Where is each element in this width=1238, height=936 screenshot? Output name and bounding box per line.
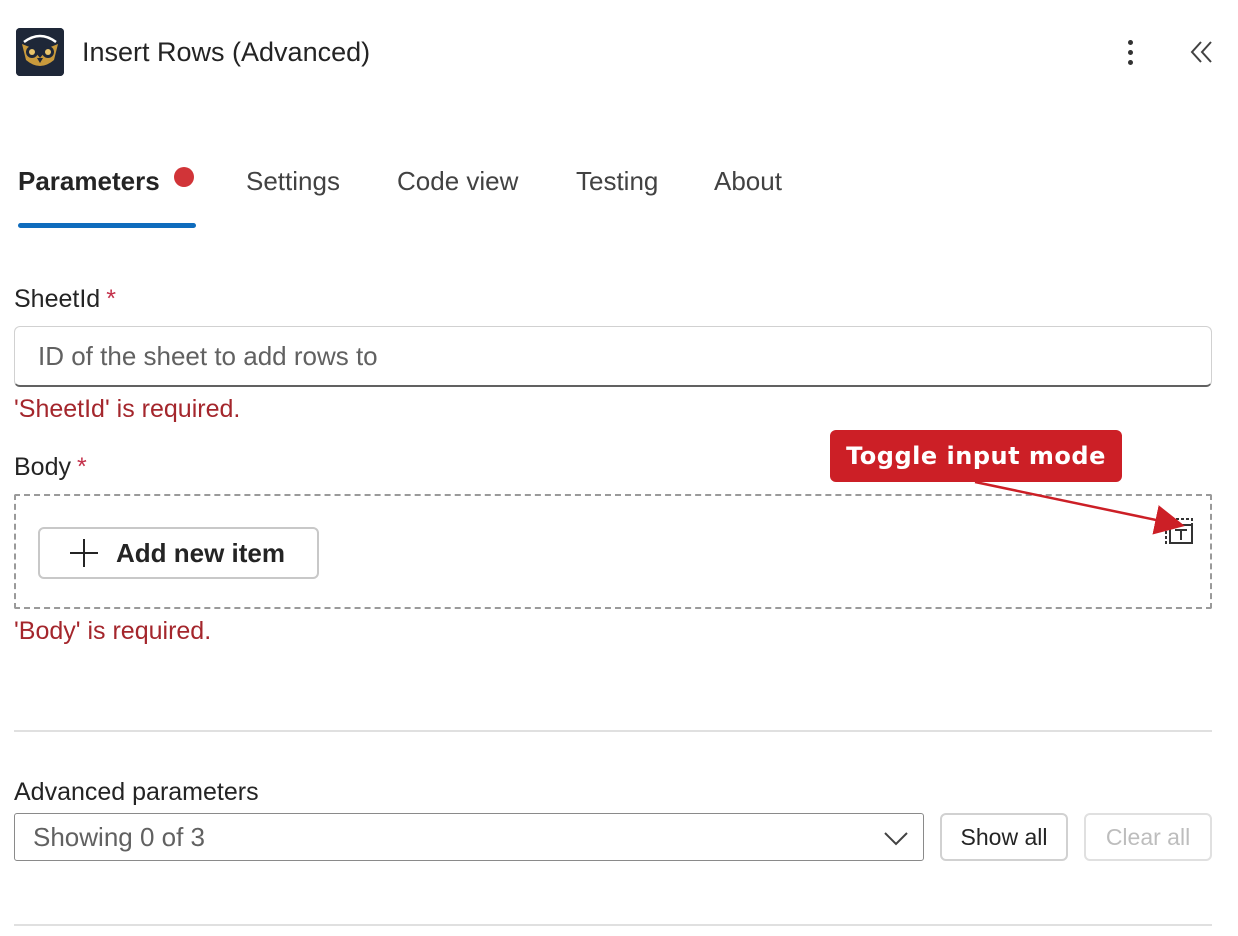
toggle-input-mode-icon[interactable] [1162, 513, 1196, 547]
body-array-editor: Add new item [14, 494, 1212, 609]
bottom-divider [14, 924, 1212, 926]
panel-header: Insert Rows (Advanced) [16, 28, 1214, 78]
advanced-parameters-dropdown[interactable]: Showing 0 of 3 [14, 813, 924, 861]
required-marker: * [106, 285, 116, 313]
annotation-callout: Toggle input mode [830, 430, 1122, 482]
section-divider [14, 730, 1212, 732]
more-vertical-icon [1127, 39, 1133, 45]
chevron-down-icon [884, 832, 908, 846]
advanced-parameters-label: Advanced parameters [14, 778, 259, 806]
tab-parameters[interactable]: Parameters [18, 166, 194, 210]
dropdown-value: Showing 0 of 3 [33, 822, 206, 852]
action-panel: Insert Rows (Advanced) Parameters Settin… [0, 0, 1238, 936]
body-error: 'Body' is required. [14, 617, 212, 645]
show-all-button[interactable]: Show all [940, 813, 1068, 861]
tab-code-view[interactable]: Code view [397, 166, 518, 210]
clear-all-button[interactable]: Clear all [1084, 813, 1212, 861]
tab-about[interactable]: About [714, 166, 782, 210]
sheetid-label: SheetId * [14, 285, 116, 313]
more-options-button[interactable] [1116, 34, 1144, 70]
add-new-item-button[interactable]: Add new item [38, 527, 319, 579]
sheetid-input[interactable] [14, 326, 1212, 387]
tab-testing[interactable]: Testing [576, 166, 658, 210]
panel-title: Insert Rows (Advanced) [82, 37, 371, 67]
tab-label: Parameters [18, 166, 160, 196]
double-chevron-left-icon [1190, 41, 1212, 63]
collapse-panel-button[interactable] [1186, 36, 1218, 68]
error-dot-icon [173, 167, 194, 187]
tab-settings[interactable]: Settings [246, 166, 340, 210]
required-marker: * [76, 453, 87, 481]
active-tab-indicator [18, 223, 196, 228]
add-new-item-label: Add new item [116, 537, 286, 568]
plus-icon [70, 539, 98, 567]
body-label: Body * [14, 453, 87, 481]
owl-logo-icon [16, 28, 64, 76]
sheetid-error: 'SheetId' is required. [14, 395, 241, 423]
